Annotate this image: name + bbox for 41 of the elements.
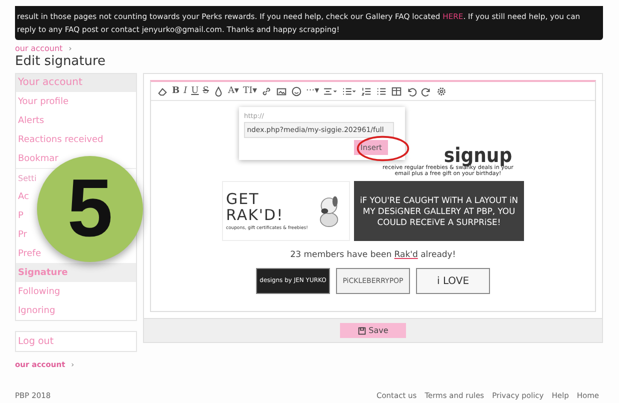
page-title: Edit signature — [15, 54, 107, 69]
surprise-banner-text: iF YOU'RE CAUGHT WiTH A LAYOUT iN MY DESiGNER GALLERY AT PBP, YOU COULD RECEiVE A SURPRiSE! — [358, 194, 520, 228]
format-button[interactable]: TI▾ — [242, 86, 258, 96]
sidebar-item[interactable]: P — [18, 210, 24, 220]
sidebar-section-heading: Setti — [18, 174, 36, 182]
logout-link[interactable]: Log out — [15, 331, 137, 352]
bullet-list-icon[interactable] — [376, 86, 388, 96]
members-text: 23 members have been Rak'd already! — [290, 250, 456, 260]
table-icon[interactable] — [391, 86, 402, 96]
droplet-icon[interactable] — [212, 86, 224, 96]
sidebar-item[interactable]: Pr — [18, 230, 27, 240]
numbered-list-icon[interactable] — [361, 86, 372, 96]
list-menu-icon[interactable] — [342, 86, 358, 96]
redo-icon[interactable] — [421, 86, 432, 96]
format-button[interactable]: I — [184, 86, 188, 96]
sidebar-item[interactable]: Ignoring — [18, 306, 56, 316]
settings-icon[interactable] — [436, 86, 448, 96]
eraser-icon[interactable] — [157, 86, 168, 96]
sidebar-item[interactable]: Alerts — [18, 116, 44, 126]
save-button[interactable]: Save — [340, 323, 406, 338]
format-button[interactable]: B — [172, 86, 180, 96]
format-button[interactable]: U — [191, 86, 199, 96]
format-button[interactable]: ···▾ — [306, 86, 320, 96]
rak-banner-title: GET RAK'D! — [226, 191, 285, 223]
align-menu-icon[interactable] — [323, 86, 338, 96]
sidebar-item[interactable]: Reactions received — [18, 134, 104, 144]
breadcrumb-link[interactable]: our account — [15, 44, 63, 53]
breadcrumb-arrow: › — [68, 44, 72, 53]
link-icon[interactable] — [261, 86, 272, 96]
image-icon[interactable] — [276, 86, 288, 96]
format-button[interactable]: S — [202, 86, 209, 96]
smiley-icon[interactable] — [291, 86, 302, 96]
undo-icon[interactable] — [406, 86, 418, 96]
sidebar-item[interactable]: Your profile — [18, 96, 69, 106]
highlight-ellipse-drawing — [354, 135, 412, 162]
signature-badge: i LOVE — [416, 268, 490, 294]
rakd-link[interactable]: Rak'd — [394, 250, 418, 260]
format-button[interactable]: A▾ — [228, 86, 239, 96]
sidebar-item[interactable]: Ac — [18, 192, 29, 202]
signup-graphic-text: signup — [444, 145, 512, 165]
sidebar-item[interactable]: Following — [18, 286, 60, 296]
